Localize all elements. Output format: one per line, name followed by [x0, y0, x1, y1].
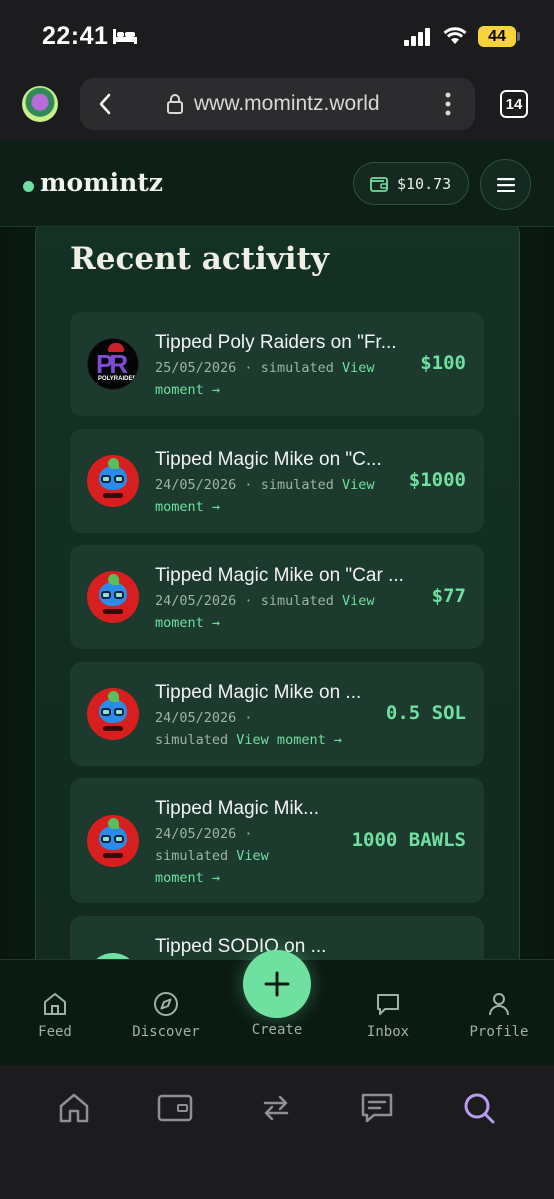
- main-content: Recent activity PR POLYRAIDERS Tipped Pol…: [0, 227, 554, 959]
- logo[interactable]: momintz: [40, 168, 163, 197]
- tip-amount: $1000: [408, 469, 466, 491]
- activity-date: 24/05/2026: [155, 826, 237, 842]
- activity-meta: 25/05/2026 · simulated View moment →: [155, 357, 400, 401]
- wallet-balance: $10.73: [397, 174, 452, 193]
- bottom-nav: Feed Discover Create Inbox Profile: [0, 950, 554, 1065]
- magic-mike-avatar: [87, 571, 139, 623]
- battery-indicator: 44: [478, 26, 516, 47]
- activity-card[interactable]: Tipped Magic Mik... 24/05/2026 · simulat…: [70, 778, 484, 903]
- create-button[interactable]: [243, 950, 311, 1018]
- lock-icon: [167, 94, 183, 114]
- tip-amount: $77: [431, 585, 466, 607]
- chat-icon: [377, 994, 399, 1015]
- activity-date: 24/05/2026: [155, 593, 237, 609]
- view-moment-link[interactable]: moment →: [155, 382, 220, 398]
- activity-separator: ·: [244, 593, 253, 609]
- nav-profile[interactable]: Profile: [459, 990, 539, 1040]
- nav-create-label: Create: [251, 1022, 303, 1038]
- activity-title: Tipped Magic Mike on ...: [155, 682, 362, 703]
- nav-inbox-label: Inbox: [366, 1024, 410, 1040]
- tabs-count: 14: [505, 95, 523, 113]
- view-moment-link[interactable]: View moment →: [236, 732, 342, 748]
- poly-raiders-avatar: PR POLYRAIDERS: [87, 338, 139, 390]
- section-title: Recent activity: [70, 241, 329, 277]
- signal-icon: [404, 28, 430, 46]
- menu-icon: [496, 177, 515, 192]
- user-icon: [489, 993, 509, 1016]
- view-moment-link[interactable]: moment →: [155, 870, 220, 886]
- battery-tip: [517, 32, 520, 41]
- view-moment-link[interactable]: View: [342, 477, 375, 493]
- activity-meta: 24/05/2026 · simulated View moment →: [155, 590, 400, 634]
- activity-title: Tipped Magic Mik...: [155, 798, 320, 819]
- home-icon[interactable]: [57, 1091, 91, 1125]
- site-favicon[interactable]: [22, 86, 58, 122]
- tip-amount: $100: [420, 352, 466, 374]
- view-moment-link[interactable]: View: [342, 360, 375, 376]
- wallet-icon: [370, 176, 388, 192]
- activity-separator: ·: [244, 710, 253, 726]
- repeat-icon[interactable]: [259, 1091, 293, 1125]
- activity-status: simulated: [155, 732, 229, 748]
- tip-amount: 1000 BAWLS: [351, 829, 466, 851]
- activity-status: simulated: [260, 593, 334, 609]
- compass-icon: [154, 992, 178, 1016]
- activity-meta: 24/05/2026 · simulated View moment →: [155, 707, 370, 751]
- activity-card[interactable]: Tipped Magic Mike on "Car ... 24/05/2026…: [70, 545, 484, 649]
- view-moment-link[interactable]: View: [236, 848, 269, 864]
- magic-mike-avatar: [87, 815, 139, 867]
- activity-status: simulated: [260, 360, 334, 376]
- chat-icon[interactable]: [360, 1091, 394, 1125]
- activity-separator: ·: [244, 826, 253, 842]
- activity-meta: 24/05/2026 · simulated View moment →: [155, 823, 335, 889]
- activity-meta: 24/05/2026 · simulated View moment →: [155, 474, 400, 518]
- view-moment-link[interactable]: moment →: [155, 499, 220, 515]
- activity-title: Tipped SODIO on ...: [155, 936, 327, 957]
- nav-discover-label: Discover: [132, 1024, 200, 1040]
- activity-title: Tipped Magic Mike on "Car ...: [155, 565, 404, 586]
- activity-card[interactable]: Tipped Magic Mike on ... 24/05/2026 · si…: [70, 662, 484, 766]
- status-bar: 22:41 44: [0, 0, 554, 70]
- bed-icon: [113, 29, 137, 44]
- activity-card[interactable]: PR POLYRAIDERS Tipped Poly Raiders on "Fr…: [70, 312, 484, 416]
- activity-status: simulated: [155, 848, 229, 864]
- wallet-button[interactable]: $10.73: [353, 162, 469, 205]
- activity-title: Tipped Magic Mike on "C...: [155, 449, 382, 470]
- activity-separator: ·: [244, 360, 253, 376]
- browser-bar: www.momintz.world 14: [0, 70, 554, 141]
- nav-inbox[interactable]: Inbox: [348, 990, 428, 1040]
- status-time: 22:41: [42, 22, 109, 50]
- card-icon[interactable]: [157, 1091, 193, 1125]
- nav-discover[interactable]: Discover: [126, 990, 206, 1040]
- activity-date: 24/05/2026: [155, 477, 237, 493]
- home-icon: [44, 993, 66, 1015]
- activity-title: Tipped Poly Raiders on "Fr...: [155, 332, 397, 353]
- view-moment-link[interactable]: View: [342, 593, 375, 609]
- back-icon[interactable]: [98, 93, 112, 115]
- activity-date: 24/05/2026: [155, 710, 237, 726]
- address-bar[interactable]: www.momintz.world: [80, 78, 475, 130]
- wifi-icon: [443, 27, 467, 44]
- app-header: momintz $10.73: [0, 141, 554, 227]
- tip-amount: 0.5 SOL: [385, 702, 466, 724]
- plus-icon: [264, 971, 290, 997]
- magic-mike-avatar: [87, 455, 139, 507]
- view-moment-link[interactable]: moment →: [155, 615, 220, 631]
- system-toolbar: [0, 1065, 554, 1199]
- activity-date: 25/05/2026: [155, 360, 237, 376]
- more-vertical-icon[interactable]: [444, 92, 452, 116]
- nav-profile-label: Profile: [469, 1024, 529, 1040]
- logo-dot: [23, 181, 34, 192]
- nav-feed[interactable]: Feed: [15, 990, 95, 1040]
- magic-mike-avatar: [87, 688, 139, 740]
- search-icon[interactable]: [462, 1091, 496, 1125]
- nav-feed-label: Feed: [38, 1024, 72, 1040]
- activity-separator: ·: [244, 477, 253, 493]
- battery-level: 44: [488, 27, 506, 45]
- activity-card[interactable]: Tipped Magic Mike on "C... 24/05/2026 · …: [70, 429, 484, 533]
- tabs-button[interactable]: 14: [500, 90, 528, 118]
- activity-status: simulated: [260, 477, 334, 493]
- url-text: www.momintz.world: [194, 92, 380, 115]
- menu-button[interactable]: [480, 159, 531, 210]
